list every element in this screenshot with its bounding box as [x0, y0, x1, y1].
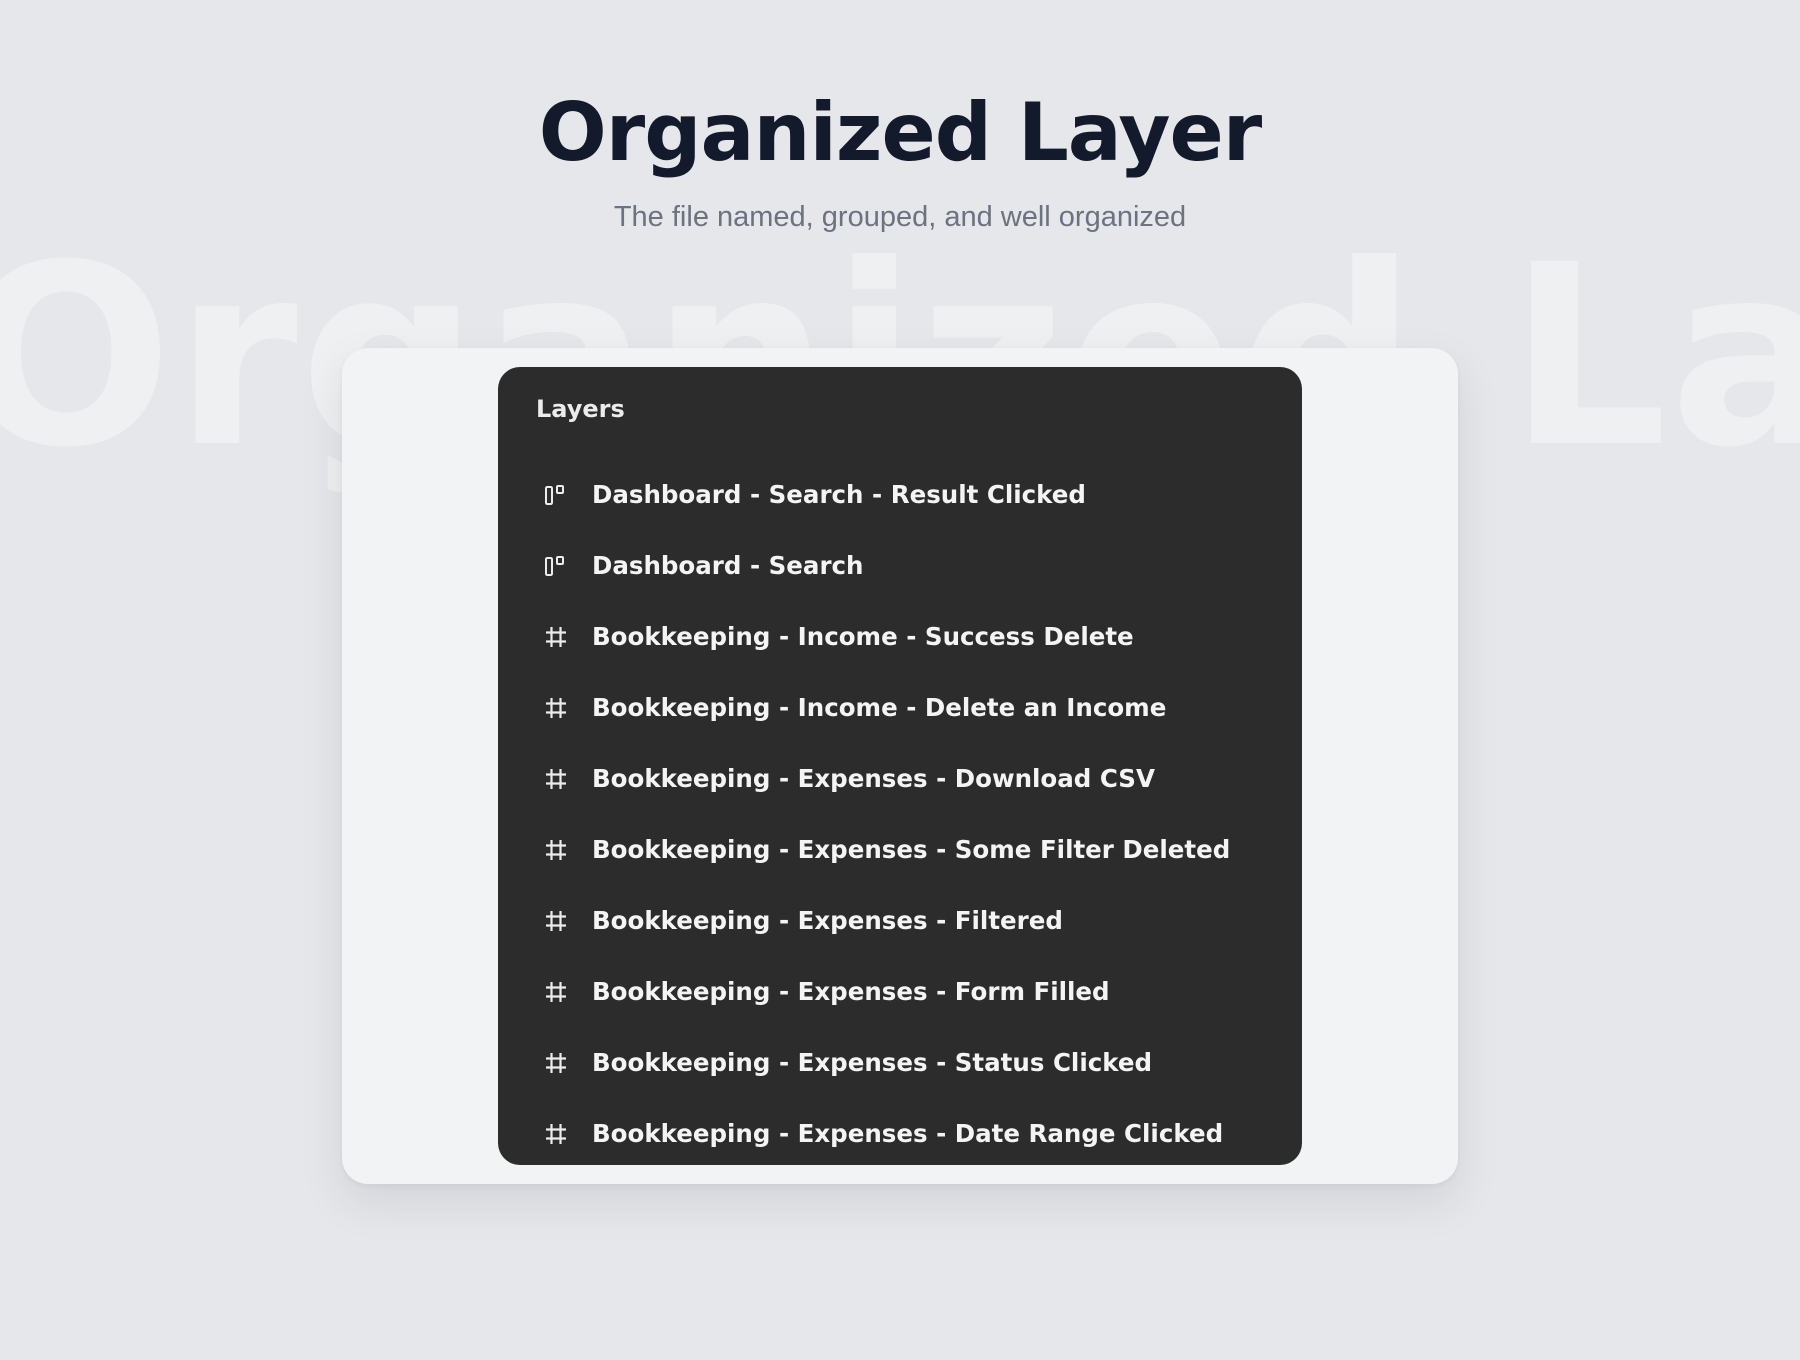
layer-row[interactable]: Dashboard - Search - Result Clicked: [498, 459, 1302, 530]
layer-row[interactable]: Bookkeeping - Expenses - Some Filter Del…: [498, 814, 1302, 885]
layer-row[interactable]: Dashboard - Search: [498, 530, 1302, 601]
layer-label: Dashboard - Search - Result Clicked: [592, 480, 1086, 509]
frame-icon: [540, 621, 572, 653]
page-title: Organized Layer: [538, 86, 1262, 179]
layer-list: Dashboard - Search - Result Clicked Dash…: [498, 459, 1302, 1165]
layers-panel: Layers Dashboard - Search - Result Click…: [498, 367, 1302, 1165]
layer-row[interactable]: Bookkeeping - Income - Delete an Income: [498, 672, 1302, 743]
layer-label: Bookkeeping - Expenses - Date Range Clic…: [592, 1119, 1224, 1148]
layers-panel-heading: Layers: [536, 395, 625, 423]
layer-label: Bookkeeping - Income - Delete an Income: [592, 693, 1167, 722]
component-icon: [540, 479, 572, 511]
page-subtitle: The file named, grouped, and well organi…: [613, 201, 1187, 233]
frame-icon: [540, 834, 572, 866]
frame-icon: [540, 905, 572, 937]
frame-icon: [540, 1047, 572, 1079]
frame-icon: [540, 976, 572, 1008]
layer-label: Bookkeeping - Expenses - Form Filled: [592, 977, 1110, 1006]
frame-icon: [540, 1118, 572, 1150]
layer-row[interactable]: Bookkeeping - Expenses - Form Filled: [498, 956, 1302, 1027]
component-icon: [540, 550, 572, 582]
layer-label: Bookkeeping - Expenses - Status Clicked: [592, 1048, 1153, 1077]
layer-label: Bookkeeping - Expenses - Some Filter Del…: [592, 835, 1231, 864]
layer-label: Dashboard - Search: [592, 551, 864, 580]
frame-icon: [540, 763, 572, 795]
layer-row[interactable]: Bookkeeping - Expenses - Download CSV: [498, 743, 1302, 814]
layer-row[interactable]: Bookkeeping - Expenses - Date Range Clic…: [498, 1098, 1302, 1165]
layer-row[interactable]: Bookkeeping - Expenses - Status Clicked: [498, 1027, 1302, 1098]
layer-row[interactable]: Bookkeeping - Expenses - Filtered: [498, 885, 1302, 956]
layer-row[interactable]: Bookkeeping - Income - Success Delete: [498, 601, 1302, 672]
layer-label: Bookkeeping - Expenses - Download CSV: [592, 764, 1155, 793]
layer-label: Bookkeeping - Income - Success Delete: [592, 622, 1134, 651]
frame-icon: [540, 692, 572, 724]
layer-label: Bookkeeping - Expenses - Filtered: [592, 906, 1063, 935]
